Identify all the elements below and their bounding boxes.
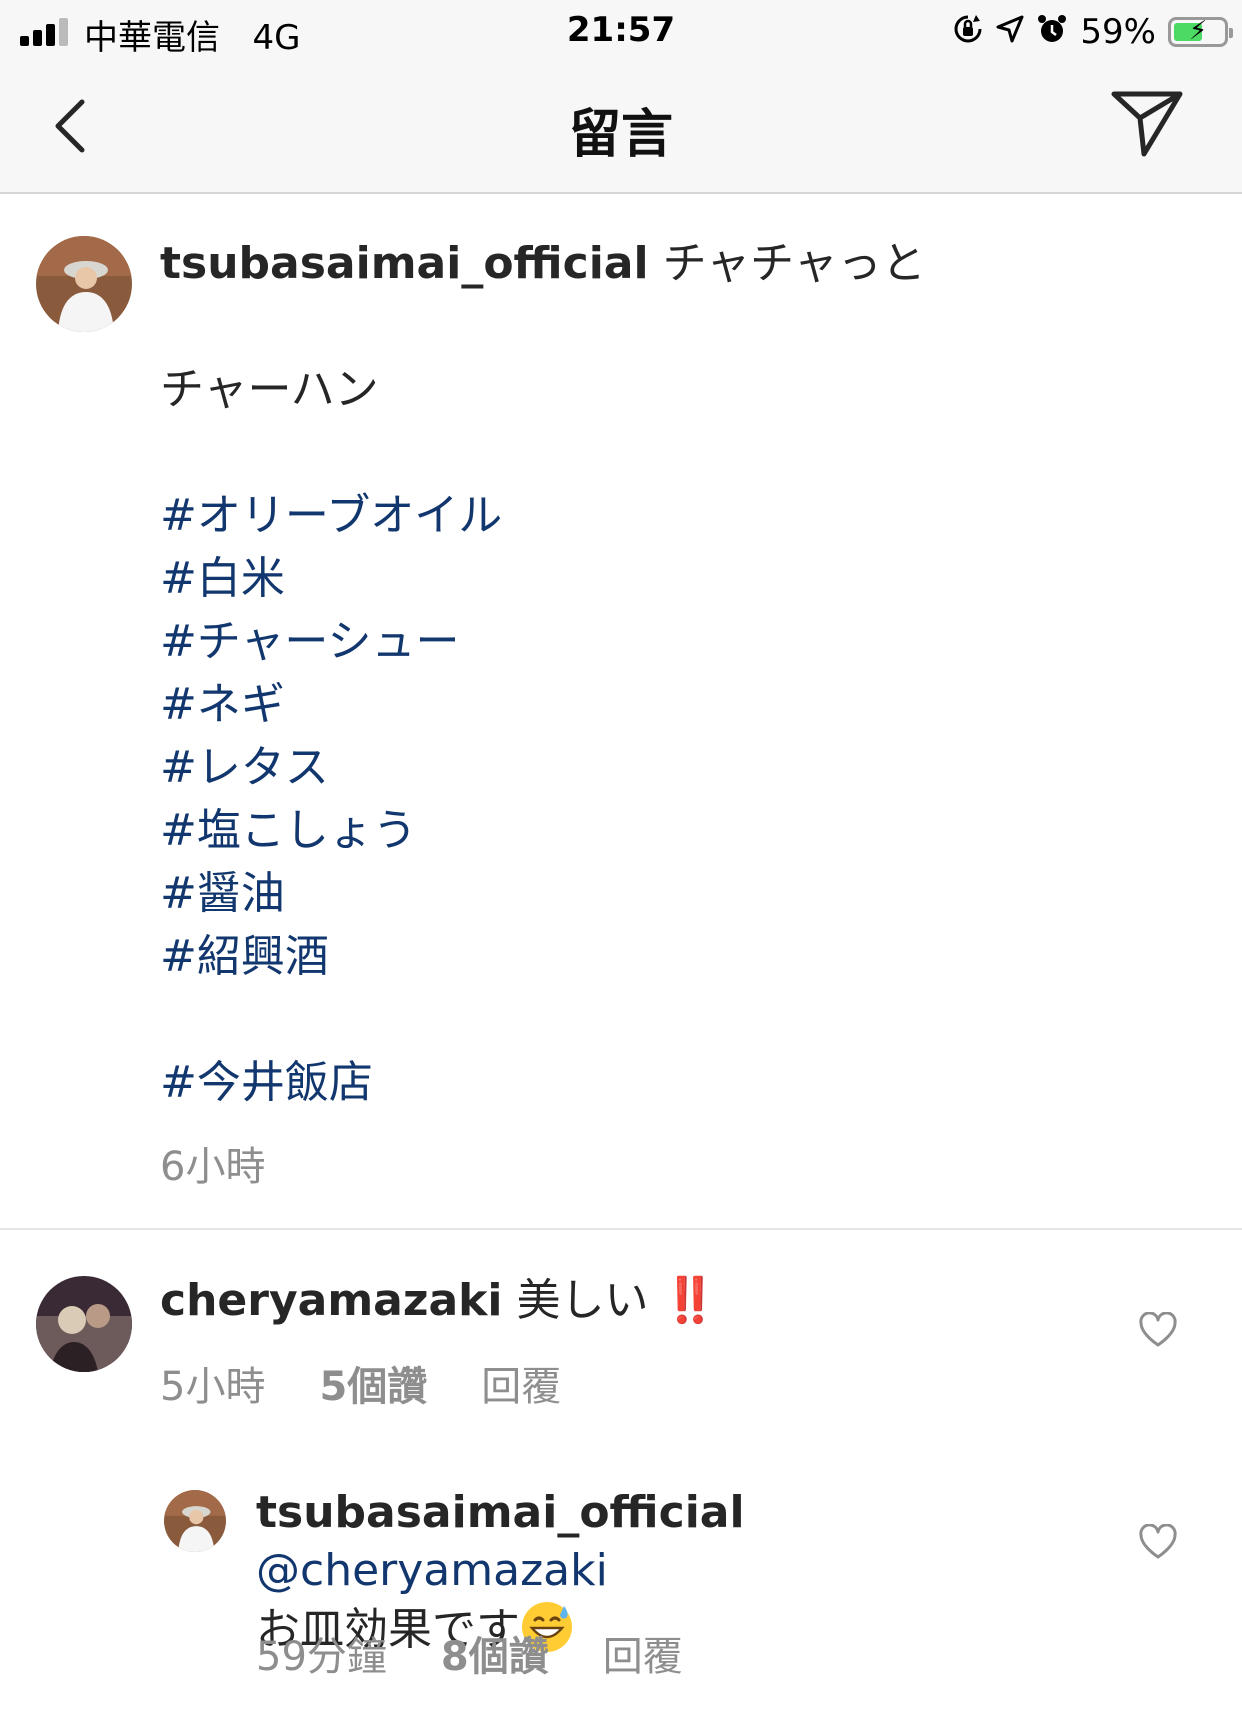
location-arrow-icon bbox=[996, 15, 1024, 49]
status-bar: 中華電信 4G 21:57 59% ⚡ bbox=[0, 0, 1242, 62]
battery-percentage: 59% bbox=[1080, 12, 1156, 52]
navigation-bar: 留言 bbox=[0, 62, 1242, 194]
mention-link[interactable]: @cheryamazaki bbox=[256, 1545, 608, 1596]
hashtag-link[interactable]: #白米 bbox=[160, 547, 1200, 610]
caption-first-line: tsubasaimai_official チャチャっと bbox=[160, 232, 1200, 295]
hashtag-link[interactable]: #オリーブオイル bbox=[160, 484, 1200, 547]
comment-likes[interactable]: 5個讚 bbox=[319, 1354, 427, 1412]
hashtag-link[interactable]: #紹興酒 bbox=[160, 925, 1200, 988]
reply-button[interactable]: 回覆 bbox=[481, 1354, 561, 1412]
avatar[interactable] bbox=[36, 236, 132, 332]
charging-bolt-icon: ⚡ bbox=[1189, 16, 1208, 46]
caption-timestamp: 6小時 bbox=[160, 1144, 266, 1190]
double-exclamation-emoji: ‼️ bbox=[662, 1275, 718, 1326]
reply-username[interactable]: tsubasaimai_official bbox=[256, 1487, 745, 1538]
reply-likes[interactable]: 8個讚 bbox=[441, 1624, 549, 1682]
status-icons: 59% ⚡ bbox=[952, 10, 1233, 54]
hashtag-link[interactable]: #塩こしょう bbox=[160, 799, 1200, 862]
orientation-lock-icon bbox=[952, 13, 984, 51]
hashtag-link[interactable]: #醤油 bbox=[160, 862, 1200, 925]
comment-meta: 5小時 5個讚 回覆 bbox=[160, 1354, 561, 1412]
caption-username[interactable]: tsubasaimai_official bbox=[160, 238, 649, 289]
reply-button[interactable]: 回覆 bbox=[603, 1624, 683, 1682]
heart-icon[interactable] bbox=[1138, 1523, 1178, 1560]
reply-timestamp: 59分鐘 bbox=[256, 1634, 387, 1680]
comment-body: cheryamazaki 美しい ‼️ bbox=[160, 1272, 1080, 1330]
comment-username[interactable]: cheryamazaki bbox=[160, 1275, 503, 1326]
battery-charging-icon: ⚡ bbox=[1168, 16, 1233, 47]
comment-timestamp: 5小時 bbox=[160, 1364, 266, 1410]
caption-text-line-2: チャーハン bbox=[160, 364, 379, 415]
page-title: 留言 bbox=[568, 105, 673, 165]
hashtag-link[interactable]: #レタス bbox=[160, 736, 1200, 799]
paper-plane-icon[interactable] bbox=[1110, 88, 1184, 160]
heart-icon[interactable] bbox=[1138, 1311, 1178, 1348]
reply-meta: 59分鐘 8個讚 回覆 bbox=[256, 1624, 683, 1682]
caption-text-line-1: チャチャっと bbox=[662, 238, 926, 289]
alarm-icon bbox=[1036, 13, 1068, 51]
hashtag-link[interactable]: #ネギ bbox=[160, 673, 1200, 736]
post-caption: tsubasaimai_official チャチャっと チャーハン #オリーブオ… bbox=[160, 232, 1200, 1114]
avatar[interactable] bbox=[36, 1276, 132, 1372]
avatar[interactable] bbox=[164, 1490, 226, 1552]
divider bbox=[0, 1228, 1242, 1230]
hashtag-link[interactable]: #チャーシュー bbox=[160, 610, 1200, 673]
hashtag-link[interactable]: #今井飯店 bbox=[160, 1051, 1200, 1114]
comment-text: 美しい bbox=[516, 1275, 649, 1326]
